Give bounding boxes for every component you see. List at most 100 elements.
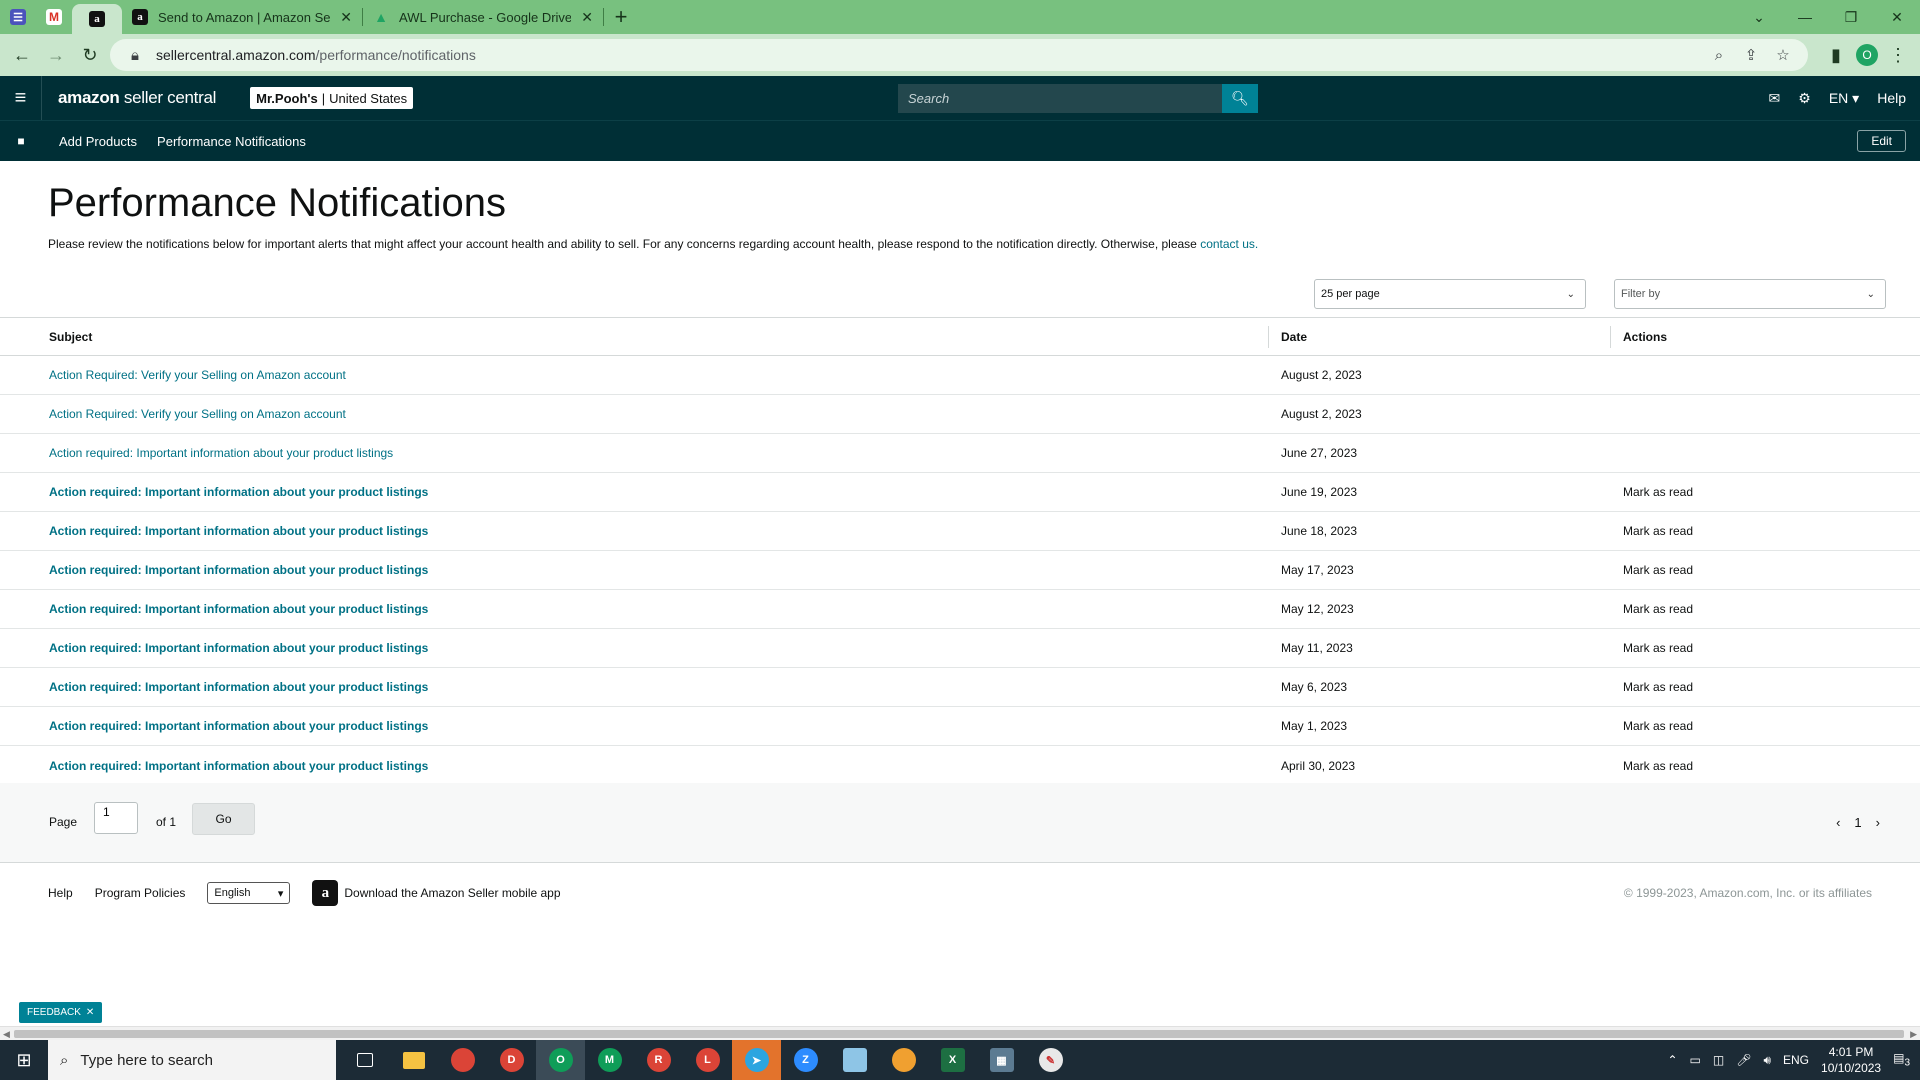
header-date[interactable]: Date xyxy=(1281,330,1307,344)
download-app-link[interactable]: a Download the Amazon Seller mobile app xyxy=(312,880,561,906)
excel-icon[interactable]: X xyxy=(928,1040,977,1080)
page-number-input[interactable] xyxy=(94,802,138,834)
mark-as-read-link[interactable]: Mark as read xyxy=(1623,759,1693,773)
notification-subject-link[interactable]: Action required: Important information a… xyxy=(49,563,428,577)
search-button[interactable]: 🔍︎ xyxy=(1222,84,1258,113)
scroll-left-icon[interactable]: ◀ xyxy=(3,1027,10,1041)
search-input[interactable] xyxy=(898,84,1222,113)
notification-center-icon[interactable]: ▤3 xyxy=(1893,1051,1910,1068)
side-panel-icon[interactable]: ▮ xyxy=(1822,41,1850,69)
profile-avatar[interactable]: O xyxy=(1856,44,1878,66)
scrollbar-thumb[interactable] xyxy=(14,1030,1904,1038)
bookmark-icon[interactable]: ■ xyxy=(0,134,42,148)
close-icon[interactable]: ✕ xyxy=(340,9,352,26)
chevron-right-icon[interactable]: › xyxy=(1876,815,1880,830)
close-icon[interactable]: ✕ xyxy=(86,1007,94,1018)
mark-as-read-link[interactable]: Mark as read xyxy=(1623,563,1693,577)
close-icon[interactable]: ✕ xyxy=(581,9,593,26)
file-explorer-icon[interactable] xyxy=(389,1040,438,1080)
hamburger-menu-icon[interactable]: ≡ xyxy=(0,76,42,120)
notification-subject-link[interactable]: Action required: Important information a… xyxy=(49,485,428,499)
notification-subject-link[interactable]: Action required: Important information a… xyxy=(49,680,428,694)
minimize-button[interactable]: — xyxy=(1782,0,1828,34)
menu-kebab-icon[interactable]: ⋮ xyxy=(1884,41,1912,69)
go-button[interactable]: Go xyxy=(192,803,255,835)
feedback-button[interactable]: FEEDBACK ✕ xyxy=(19,1002,103,1023)
new-tab-button[interactable]: + xyxy=(604,0,638,34)
notification-subject-link[interactable]: Action Required: Verify your Selling on … xyxy=(49,407,346,421)
zoom-app-icon[interactable]: Z xyxy=(781,1040,830,1080)
telegram-icon[interactable]: ➤ xyxy=(732,1040,781,1080)
chrome-icon[interactable] xyxy=(438,1040,487,1080)
task-view-icon[interactable] xyxy=(340,1040,389,1080)
microphone-icon[interactable]: 🎤︎ xyxy=(1736,1053,1751,1067)
footer-language-select[interactable]: English ▾ xyxy=(207,882,291,904)
chrome-icon[interactable]: O xyxy=(536,1040,585,1080)
scroll-right-icon[interactable]: ▶ xyxy=(1910,1027,1917,1041)
contact-us-link[interactable]: contact us. xyxy=(1200,237,1258,251)
language-selector[interactable]: EN ▾ xyxy=(1829,90,1859,107)
tab-google-drive[interactable]: ▲ AWL Purchase - Google Drive ✕ xyxy=(363,0,603,34)
restore-button[interactable]: ❐ xyxy=(1828,0,1874,34)
notification-subject-link[interactable]: Action Required: Verify your Selling on … xyxy=(49,368,346,382)
windows-start-icon[interactable]: ⊞ xyxy=(0,1040,48,1080)
mark-as-read-link[interactable]: Mark as read xyxy=(1623,602,1693,616)
mark-as-read-link[interactable]: Mark as read xyxy=(1623,485,1693,499)
camera-icon[interactable]: ◫ xyxy=(1713,1053,1724,1067)
mark-as-read-link[interactable]: Mark as read xyxy=(1623,524,1693,538)
volume-icon[interactable]: 🔊︎ xyxy=(1763,1053,1771,1068)
network-icon[interactable]: ▭ xyxy=(1690,1053,1701,1067)
header-subject[interactable]: Subject xyxy=(49,330,92,344)
lock-icon[interactable]: 🔒︎ xyxy=(124,47,146,64)
store-switcher[interactable]: Mr.Pooh's | United States xyxy=(250,87,414,109)
bookmark-performance-notifications[interactable]: Performance Notifications xyxy=(157,134,306,149)
tab-send-to-amazon[interactable]: a Send to Amazon | Amazon Seller Central… xyxy=(122,0,362,34)
pinned-tab-amazon[interactable]: a xyxy=(72,4,122,34)
paint-icon[interactable]: ✎ xyxy=(1026,1040,1075,1080)
tab-search-icon[interactable]: ⌄ xyxy=(1736,0,1782,34)
reload-button[interactable]: ↻ xyxy=(76,41,104,69)
current-page[interactable]: 1 xyxy=(1854,815,1861,830)
gear-icon[interactable]: ⚙ xyxy=(1798,90,1811,107)
share-icon[interactable]: ⇪ xyxy=(1740,46,1762,64)
notification-subject-link[interactable]: Action required: Important information a… xyxy=(49,524,428,538)
chrome-icon[interactable]: L xyxy=(683,1040,732,1080)
pinned-tab-tasks[interactable]: ☰ xyxy=(0,0,36,34)
mark-as-read-link[interactable]: Mark as read xyxy=(1623,641,1693,655)
help-link[interactable]: Help xyxy=(1877,90,1906,106)
per-page-select[interactable]: 25 per page ⌄ xyxy=(1314,279,1586,309)
back-button[interactable]: ← xyxy=(8,41,36,69)
notification-subject-link[interactable]: Action required: Important information a… xyxy=(49,719,428,733)
notepad-icon[interactable] xyxy=(830,1040,879,1080)
window-close-button[interactable]: ✕ xyxy=(1874,0,1920,34)
pinned-tab-gmail[interactable]: M xyxy=(36,0,72,34)
mail-icon[interactable]: ✉ xyxy=(1769,90,1781,107)
calculator-icon[interactable]: ▦ xyxy=(977,1040,1026,1080)
address-bar[interactable]: 🔒︎ sellercentral.amazon.com/performance/… xyxy=(110,39,1808,71)
footer-program-policies-link[interactable]: Program Policies xyxy=(95,886,186,900)
chrome-icon[interactable]: D xyxy=(487,1040,536,1080)
app-icon[interactable] xyxy=(879,1040,928,1080)
zoom-icon[interactable]: ⌕ xyxy=(1708,47,1730,64)
chevron-left-icon[interactable]: ‹ xyxy=(1836,815,1840,830)
chevron-up-icon[interactable]: ⌃ xyxy=(1667,1053,1677,1067)
bookmark-star-icon[interactable]: ☆ xyxy=(1772,46,1794,64)
taskbar-search[interactable]: ⌕ Type here to search xyxy=(48,1040,336,1080)
notification-subject-link[interactable]: Action required: Important information a… xyxy=(49,641,428,655)
seller-central-logo[interactable]: amazon seller central xyxy=(58,88,216,108)
notification-subject-link[interactable]: Action required: Important information a… xyxy=(49,446,393,460)
input-language[interactable]: ENG xyxy=(1783,1053,1809,1067)
chrome-icon[interactable]: M xyxy=(585,1040,634,1080)
chrome-icon[interactable]: R xyxy=(634,1040,683,1080)
notification-subject-link[interactable]: Action required: Important information a… xyxy=(49,759,428,773)
forward-button[interactable]: → xyxy=(42,41,70,69)
mark-as-read-link[interactable]: Mark as read xyxy=(1623,719,1693,733)
notification-subject-link[interactable]: Action required: Important information a… xyxy=(49,602,428,616)
bookmark-add-products[interactable]: Add Products xyxy=(59,134,137,149)
clock[interactable]: 4:01 PM 10/10/2023 xyxy=(1821,1044,1881,1076)
edit-bookmarks-button[interactable]: Edit xyxy=(1857,130,1906,152)
filter-select[interactable]: Filter by ⌄ xyxy=(1614,279,1886,309)
horizontal-scrollbar[interactable]: ◀ ▶ xyxy=(0,1026,1920,1040)
footer-help-link[interactable]: Help xyxy=(48,886,73,900)
url-text[interactable]: sellercentral.amazon.com/performance/not… xyxy=(156,47,1698,63)
